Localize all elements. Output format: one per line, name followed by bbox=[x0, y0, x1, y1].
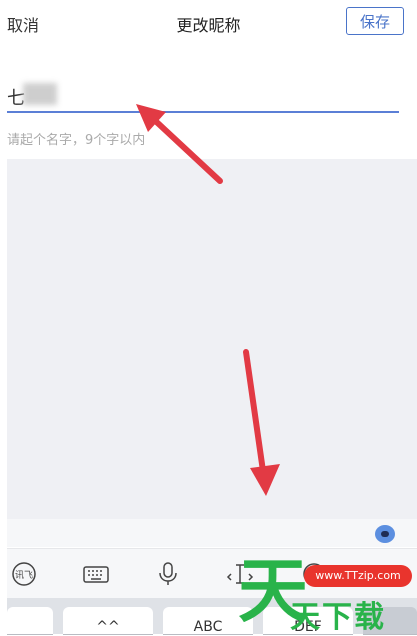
annotation-arrows bbox=[136, 104, 280, 496]
arrow-to-keyboard bbox=[243, 349, 280, 496]
watermark-url: www.TTzip.com bbox=[304, 565, 412, 587]
arrow-to-input bbox=[136, 104, 223, 184]
watermark-text: 天下载 bbox=[290, 600, 386, 635]
